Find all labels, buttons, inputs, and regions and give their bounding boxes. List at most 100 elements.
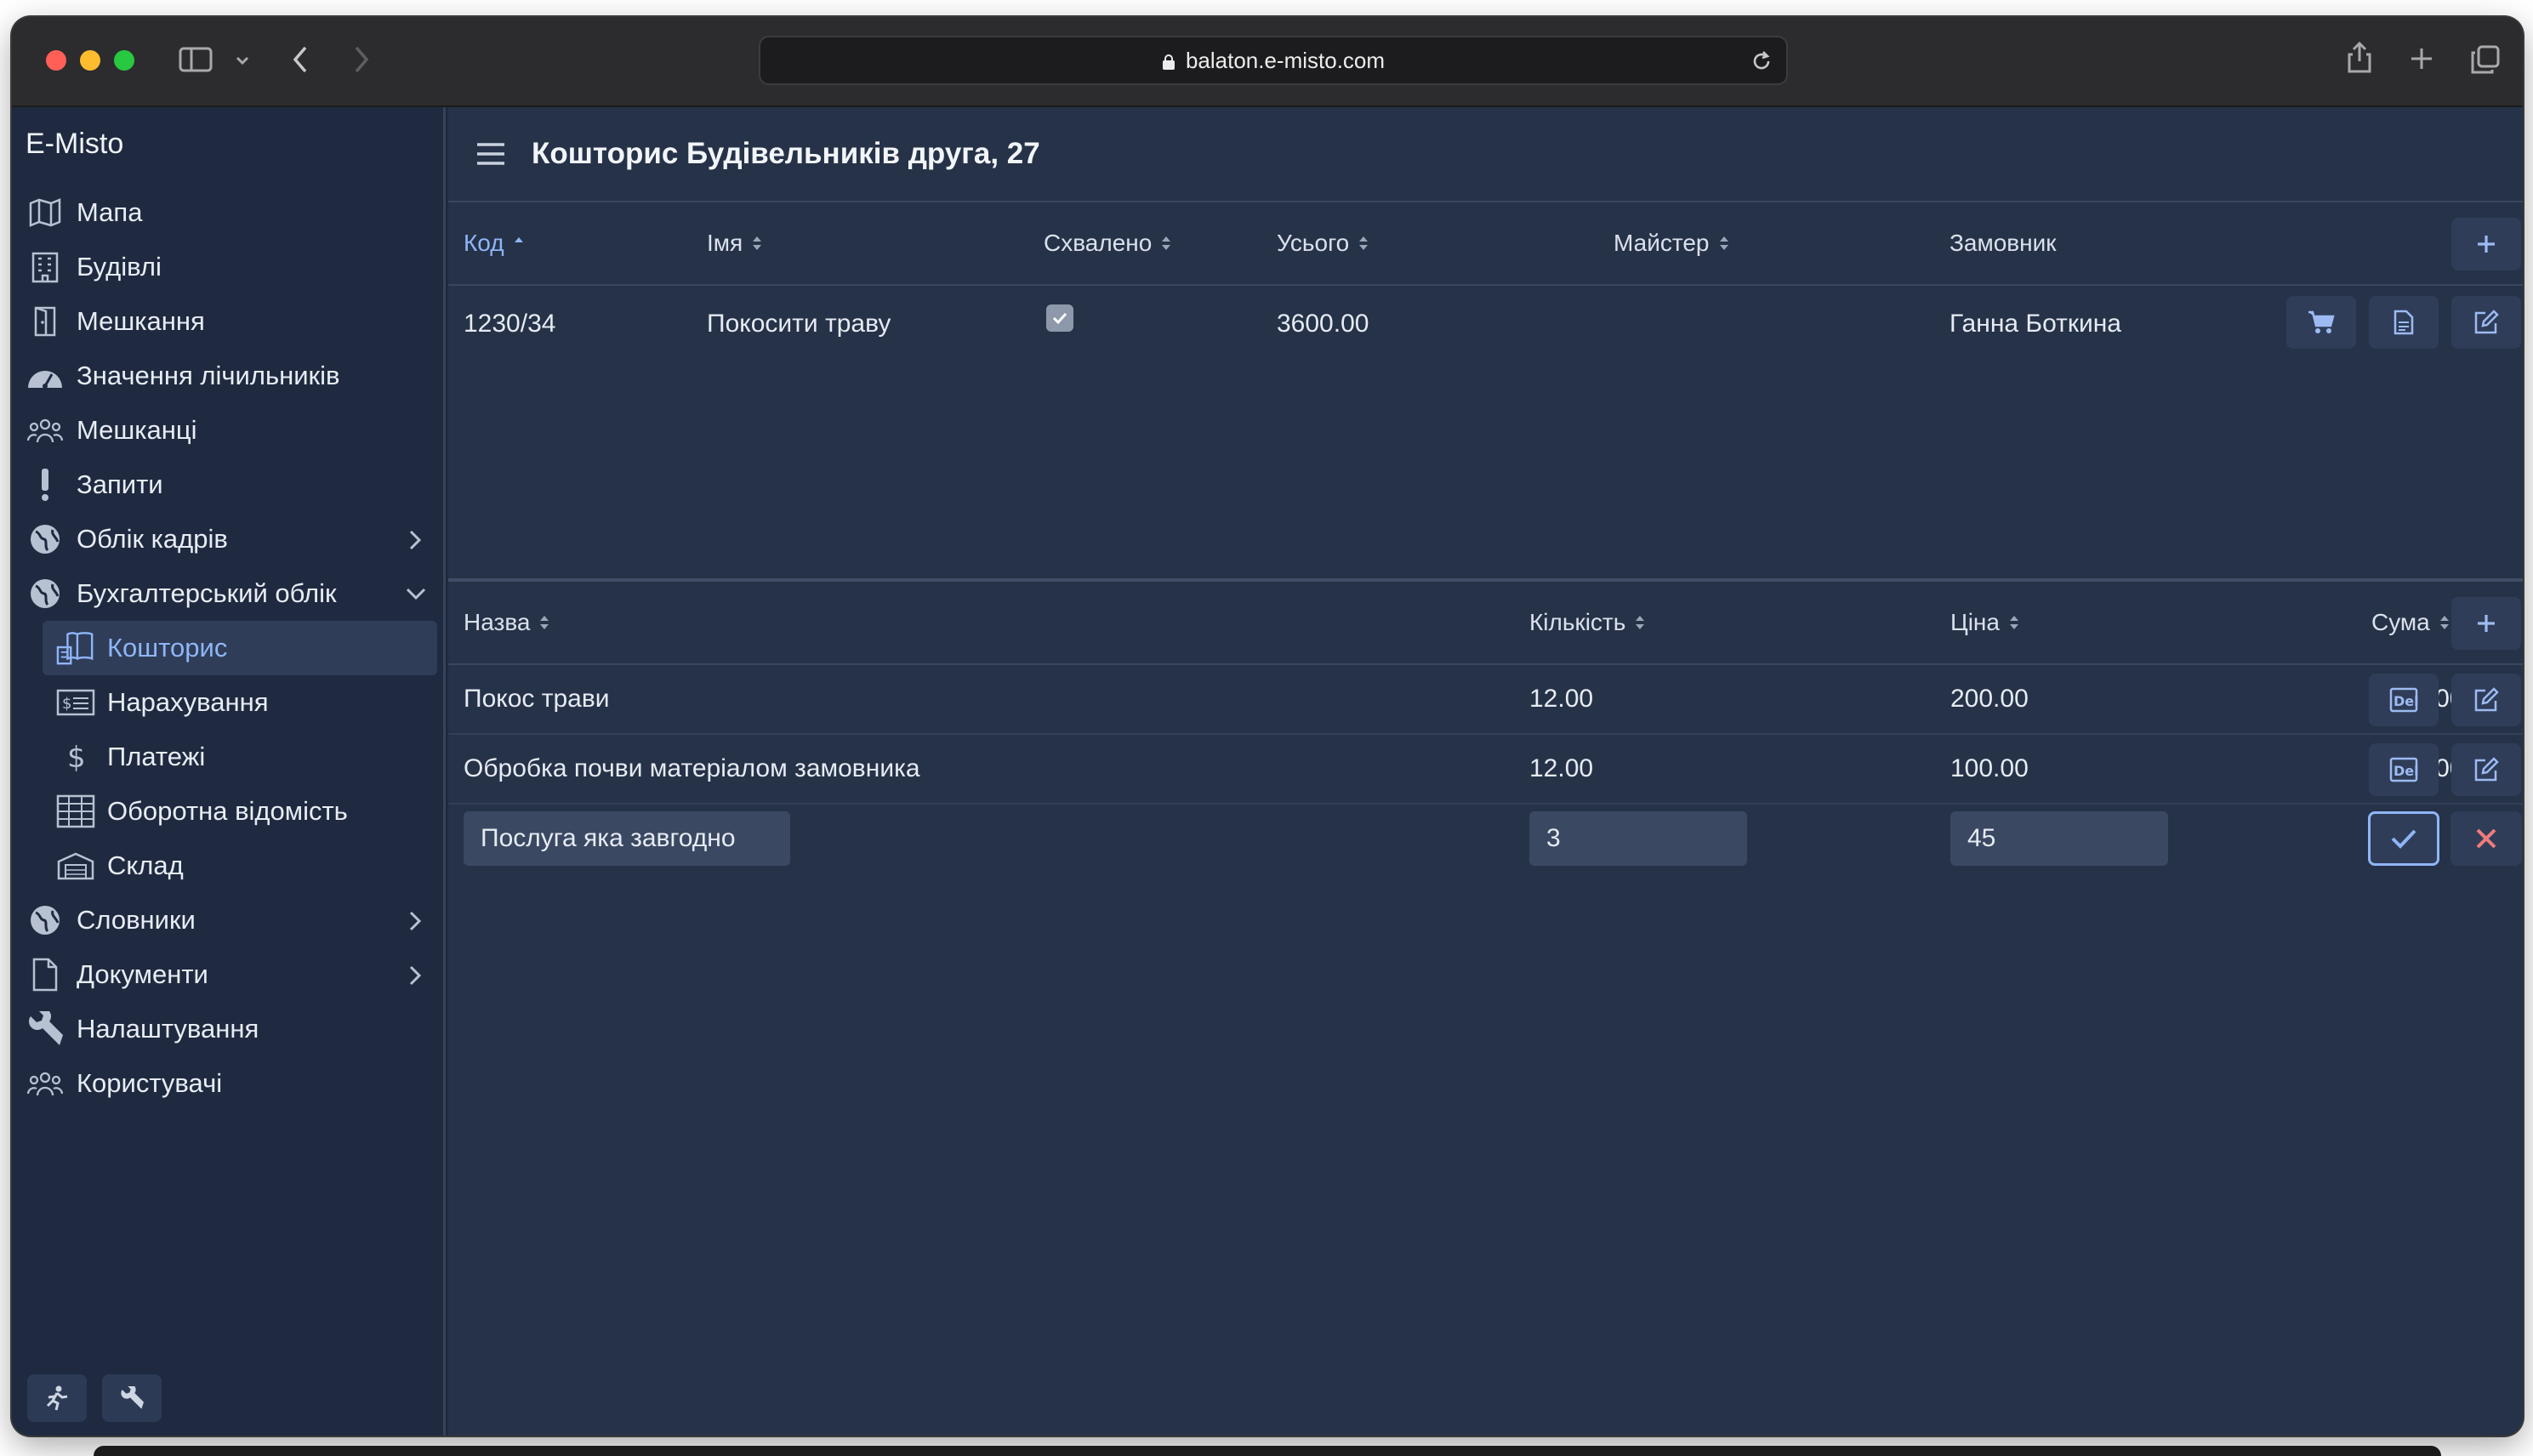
logout-button[interactable]	[27, 1374, 87, 1422]
sidebar-item-meter-readings[interactable]: Значення лічильників	[26, 349, 446, 403]
document-button[interactable]	[2369, 296, 2439, 349]
column-header-sum[interactable]: Сума	[2371, 609, 2450, 636]
check-icon	[2391, 829, 2416, 849]
edit-icon	[2474, 687, 2499, 712]
edit-item-button[interactable]	[2451, 674, 2521, 726]
sort-icon	[1359, 236, 1369, 250]
cell-quantity: 12.00	[1529, 754, 1594, 782]
warehouse-icon	[56, 846, 95, 885]
column-header-customer[interactable]: Замовник	[1950, 230, 2057, 257]
chevron-down-icon[interactable]	[235, 54, 250, 66]
svg-text:Del: Del	[2394, 693, 2418, 709]
table-row[interactable]: Обробка почви матеріалом замовника 12.00…	[448, 735, 2523, 805]
delete-icon: Del	[2389, 757, 2418, 782]
bill-icon: $	[56, 683, 95, 722]
sidebar-item-label: Будівлі	[77, 252, 162, 282]
tools-button[interactable]	[102, 1374, 162, 1422]
cart-icon	[2308, 310, 2335, 333]
column-header-price[interactable]: Ціна	[1950, 609, 2020, 636]
users-icon	[26, 1064, 65, 1103]
estimates-table-header: Код Імя Схвалено Усього Майстер Замовник	[448, 202, 2523, 286]
cell-code: 1230/34	[464, 310, 556, 338]
dollar-icon: $	[56, 737, 95, 776]
add-estimate-button[interactable]	[2451, 218, 2521, 270]
maximize-window-button[interactable]	[114, 50, 134, 71]
cell-name: Покосити траву	[707, 310, 891, 338]
new-tab-icon[interactable]	[2409, 46, 2434, 71]
edit-row: Послуга яка завгодно 3 45	[448, 805, 2523, 874]
items-table-header: Назва Кількість Ціна Сума	[448, 582, 2523, 665]
sidebar-item-label: Облік кадрів	[77, 524, 228, 554]
sidebar-item-settings[interactable]: Налаштування	[26, 1002, 446, 1056]
cell-quantity: 12.00	[1529, 685, 1594, 713]
cell-price: 100.00	[1950, 754, 2029, 782]
forward-icon[interactable]	[352, 44, 371, 75]
sidebar-item-requests[interactable]: Запити	[26, 458, 446, 512]
table-row[interactable]: 1230/34 Покосити траву 3600.00 Ганна Бот…	[448, 286, 2523, 362]
sidebar-item-accounting[interactable]: Бухгалтерський облік	[26, 566, 446, 621]
sidebar-item-documents[interactable]: Документи	[26, 947, 446, 1002]
sidebar-item-users[interactable]: Користувачі	[26, 1056, 446, 1111]
sidebar-item-label: Запити	[77, 469, 163, 499]
item-price-input[interactable]: 45	[1950, 811, 2168, 866]
sidebar-item-label: Платежі	[107, 742, 206, 771]
close-window-button[interactable]	[46, 50, 66, 71]
plus-icon	[2478, 615, 2495, 632]
sidebar-item-map[interactable]: Мапа	[26, 185, 446, 240]
sidebar-item-label: Склад	[107, 850, 184, 880]
book-icon	[56, 628, 95, 668]
sidebar-item-label: Кошторис	[107, 633, 228, 663]
sidebar-item-payments[interactable]: $ Платежі	[26, 730, 446, 784]
edit-item-button[interactable]	[2451, 743, 2521, 796]
wrench-icon	[121, 1386, 144, 1409]
delete-icon: Del	[2389, 687, 2418, 713]
column-header-code[interactable]: Код	[464, 230, 525, 257]
sidebar-toggle-icon[interactable]	[179, 46, 213, 73]
hamburger-menu-icon[interactable]	[475, 141, 506, 167]
sidebar-item-residents[interactable]: Мешканці	[26, 403, 446, 458]
approved-checkbox[interactable]	[1046, 304, 1073, 332]
edit-estimate-button[interactable]	[2451, 296, 2521, 349]
sidebar-item-label: Мешканці	[77, 415, 197, 445]
sidebar-item-hr[interactable]: Облік кадрів	[26, 512, 446, 566]
delete-item-button[interactable]: Del	[2369, 743, 2439, 796]
app-brand[interactable]: E-Misto	[26, 128, 123, 161]
sidebar-item-label: Значення лічильників	[77, 361, 340, 390]
column-header-name[interactable]: Імя	[707, 230, 763, 257]
cart-button[interactable]	[2286, 296, 2356, 349]
column-header-approved[interactable]: Схвалено	[1044, 230, 1172, 257]
running-person-icon	[46, 1385, 68, 1411]
sidebar-item-warehouse[interactable]: Склад	[26, 839, 446, 893]
wrench-icon	[26, 1010, 65, 1049]
item-quantity-input[interactable]: 3	[1529, 811, 1747, 866]
share-icon[interactable]	[2346, 41, 2373, 75]
sidebar-item-dictionaries[interactable]: Словники	[26, 893, 446, 947]
sidebar-item-turnover[interactable]: Оборотна відомість	[26, 784, 446, 839]
reload-icon[interactable]	[1750, 49, 1773, 73]
tabs-overview-icon[interactable]	[2470, 44, 2501, 75]
address-bar[interactable]: balaton.e-misto.com	[759, 36, 1788, 85]
sidebar-item-label: Нарахування	[107, 687, 269, 717]
globe-icon	[26, 574, 65, 613]
cancel-button[interactable]	[2450, 811, 2522, 866]
back-icon[interactable]	[291, 44, 310, 75]
item-title-input[interactable]: Послуга яка завгодно	[464, 811, 790, 866]
delete-item-button[interactable]: Del	[2369, 674, 2439, 726]
sidebar-item-apartments[interactable]: Мешкання	[26, 294, 446, 349]
url-text: balaton.e-misto.com	[1185, 47, 1386, 73]
add-item-button[interactable]	[2451, 597, 2521, 650]
sidebar-item-charges[interactable]: $ Нарахування	[26, 675, 446, 730]
column-header-title[interactable]: Назва	[464, 609, 550, 636]
main-content: Кошторис Будівельників друга, 27 Код Імя…	[448, 107, 2523, 1436]
sidebar-item-label: Мапа	[77, 197, 143, 227]
sidebar-item-estimate[interactable]: Кошторис	[43, 621, 437, 675]
minimize-window-button[interactable]	[80, 50, 100, 71]
table-row[interactable]: Покос трави 12.00 200.00 2400.00 Del	[448, 665, 2523, 735]
svg-text:Del: Del	[2394, 763, 2418, 779]
column-header-quantity[interactable]: Кількість	[1529, 609, 1646, 636]
confirm-button[interactable]	[2368, 811, 2439, 866]
column-header-total[interactable]: Усього	[1277, 230, 1369, 257]
edit-icon	[2474, 310, 2499, 334]
sidebar-item-buildings[interactable]: Будівлі	[26, 240, 446, 294]
column-header-master[interactable]: Майстер	[1614, 230, 1730, 257]
